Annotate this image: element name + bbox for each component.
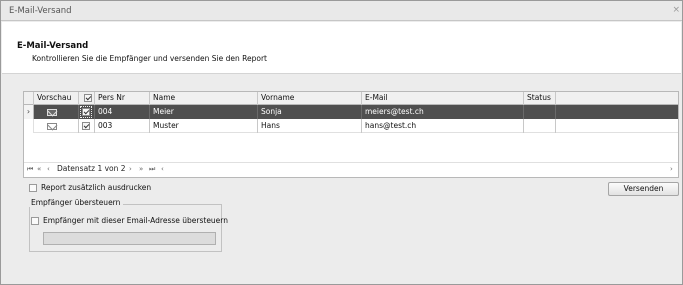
window-title: E-Mail-Versand bbox=[9, 6, 72, 16]
cell-status[interactable] bbox=[524, 119, 556, 133]
preview-cell[interactable] bbox=[34, 105, 79, 119]
send-checkbox[interactable] bbox=[82, 122, 90, 130]
previous-record-icon[interactable]: ‹ bbox=[47, 165, 50, 173]
send-check-cell[interactable] bbox=[79, 119, 95, 133]
override-checkbox[interactable] bbox=[31, 216, 39, 225]
column-header-vorschau[interactable]: Vorschau bbox=[34, 92, 79, 105]
title-bar: E-Mail-Versand × bbox=[1, 1, 682, 21]
cell-name[interactable]: Muster bbox=[150, 119, 258, 133]
select-all-checkbox[interactable] bbox=[84, 94, 92, 102]
print-report-label: Report zusätzlich ausdrucken bbox=[41, 183, 152, 192]
override-email-input[interactable] bbox=[43, 232, 216, 245]
send-checkbox[interactable] bbox=[80, 106, 92, 118]
dialog-header: E-Mail-Versand Kontrollieren Sie die Emp… bbox=[2, 22, 681, 74]
override-checkbox-label: Empfänger mit dieser Email-Adresse übers… bbox=[43, 216, 229, 225]
print-report-checkbox[interactable] bbox=[29, 183, 37, 192]
send-button[interactable]: Versenden bbox=[608, 182, 679, 196]
scroll-left-icon[interactable]: ‹ bbox=[161, 165, 164, 173]
cell-name[interactable]: Meier bbox=[150, 105, 258, 119]
cell-pers-nr[interactable]: 004 bbox=[95, 105, 150, 119]
column-header-pers-nr[interactable]: Pers Nr bbox=[95, 92, 150, 105]
row-indicator-icon: › bbox=[24, 105, 34, 119]
first-record-icon[interactable]: ⏮ bbox=[27, 165, 33, 174]
cell-vorname[interactable]: Hans bbox=[258, 119, 362, 133]
column-header-check[interactable] bbox=[79, 92, 95, 105]
cell-vorname[interactable]: Sonja bbox=[258, 105, 362, 119]
row-indicator-header bbox=[24, 92, 34, 105]
row-indicator bbox=[24, 119, 34, 133]
column-header-vorname[interactable]: Vorname bbox=[258, 92, 362, 105]
send-check-cell[interactable] bbox=[79, 105, 95, 119]
scroll-right-icon[interactable]: › bbox=[670, 165, 673, 173]
header-title: E-Mail-Versand bbox=[17, 41, 89, 51]
column-header-status[interactable]: Status bbox=[524, 92, 556, 105]
table-row[interactable]: 003 Muster Hans hans@test.ch bbox=[24, 119, 678, 133]
next-page-icon[interactable]: » bbox=[139, 165, 143, 173]
print-report-option[interactable]: Report zusätzlich ausdrucken bbox=[29, 183, 151, 192]
grid-navigator: ⏮ « ‹ Datensatz 1 von 2 › » ⏭ ‹ › bbox=[24, 162, 678, 175]
close-icon[interactable]: × bbox=[672, 5, 680, 15]
envelope-icon[interactable] bbox=[47, 123, 57, 130]
preview-cell[interactable] bbox=[34, 119, 79, 133]
grid-header: Vorschau Pers Nr Name Vorname E-Mail Sta… bbox=[24, 92, 678, 105]
email-dialog: E-Mail-Versand × E-Mail-Versand Kontroll… bbox=[0, 0, 683, 285]
cell-email[interactable]: meiers@test.ch bbox=[362, 105, 524, 119]
cell-email[interactable]: hans@test.ch bbox=[362, 119, 524, 133]
envelope-icon[interactable] bbox=[47, 109, 57, 116]
record-counter: Datensatz 1 von 2 bbox=[57, 164, 126, 173]
table-row[interactable]: › 004 Meier Sonja meiers@test.ch bbox=[24, 105, 678, 119]
column-header-email[interactable]: E-Mail bbox=[362, 92, 524, 105]
override-option[interactable]: Empfänger mit dieser Email-Adresse übers… bbox=[31, 216, 228, 225]
next-record-icon[interactable]: › bbox=[129, 165, 132, 173]
recipients-grid[interactable]: Vorschau Pers Nr Name Vorname E-Mail Sta… bbox=[23, 91, 679, 178]
override-group-label: Empfänger übersteuern bbox=[28, 198, 124, 207]
column-header-name[interactable]: Name bbox=[150, 92, 258, 105]
cell-pers-nr[interactable]: 003 bbox=[95, 119, 150, 133]
header-subtitle: Kontrollieren Sie die Empfänger und vers… bbox=[32, 54, 267, 63]
last-record-icon[interactable]: ⏭ bbox=[149, 165, 155, 174]
cell-status[interactable] bbox=[524, 105, 556, 119]
previous-page-icon[interactable]: « bbox=[37, 165, 41, 173]
